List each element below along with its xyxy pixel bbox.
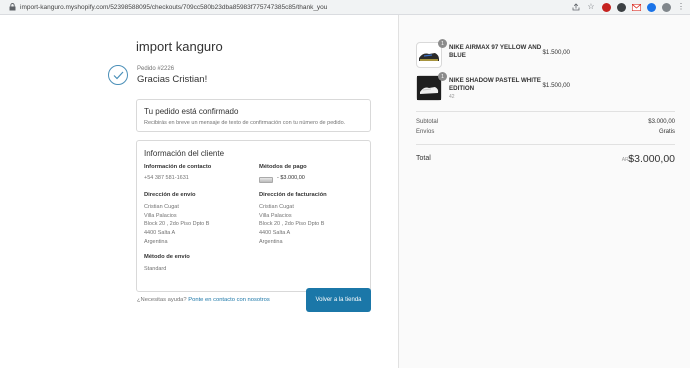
address-line: 4400 Salta A (259, 230, 291, 237)
subtotal-label: Subtotal (416, 119, 439, 125)
quantity-badge: 1 (438, 72, 447, 81)
quantity-badge: 1 (438, 39, 447, 48)
contact-label: Información de contacto (144, 164, 212, 170)
return-to-store-button[interactable]: Volver a la tienda (306, 288, 371, 312)
contact-us-link[interactable]: Ponte en contacto con nosotros (188, 297, 270, 303)
subtotal-value: $3.000,00 (648, 119, 675, 125)
star-icon[interactable]: ☆ (586, 2, 596, 12)
card-icon (259, 177, 273, 183)
order-confirmed-subtitle: Recibirás en breve un mensaje de texto d… (144, 120, 346, 126)
payment-value: - $3.000,00 (277, 175, 305, 181)
browser-address-bar: import-kanguro.myshopify.com/52398588095… (0, 0, 690, 15)
order-confirmed-title: Tu pedido está confirmado (144, 107, 239, 116)
shop-name[interactable]: import kanguro (136, 39, 223, 54)
address-line: Argentina (259, 238, 283, 245)
shipping-value: Gratis (658, 129, 675, 135)
help-text: ¿Necesitas ayuda? Ponte en contacto con … (137, 297, 270, 303)
shipping-address: Cristian Cugat Villa Palacios Block 20 ,… (144, 203, 209, 247)
address-line: Block 20 , 2do Piso Dpto B (259, 221, 325, 228)
extension-gray-icon[interactable] (661, 2, 671, 12)
total-label: Total (416, 155, 431, 162)
browser-toolbar-icons: ☆ ⋮ (571, 2, 686, 12)
main-content: import kanguro Pedido #2226 Gracias Cris… (0, 15, 398, 368)
extension-red-icon[interactable] (601, 2, 611, 12)
shipping-address-label: Dirección de envío (144, 192, 196, 198)
product-row: 1 NIKE AIRMAX 97 YELLOW AND BLUE 42 $1.5… (416, 39, 676, 68)
customer-info-title: Información del cliente (144, 149, 225, 158)
product-thumbnail: 1 (416, 39, 447, 68)
address-line: Block 20 , 2do Piso Dpto B (144, 221, 210, 228)
product-size: 42 (449, 94, 455, 100)
address-line: Argentina (144, 238, 168, 245)
summary-divider (416, 111, 675, 112)
product-price: $1.500,00 (542, 82, 570, 89)
address-line: Cristian Cugat (144, 204, 179, 210)
lock-icon[interactable] (6, 1, 18, 13)
address-line: 4400 Salta A (144, 230, 176, 237)
check-circle-icon (108, 65, 128, 85)
order-number: Pedido #2226 (137, 66, 175, 72)
contact-value: +54 387 581-1631 (144, 175, 189, 181)
extension-blue-icon[interactable] (646, 2, 656, 12)
product-price: $1.500,00 (542, 49, 570, 56)
shipping-row: Envíos Gratis (416, 129, 675, 135)
order-summary: 1 NIKE AIRMAX 97 YELLOW AND BLUE 42 $1.5… (398, 15, 690, 368)
url-text[interactable]: import-kanguro.myshopify.com/52398588095… (20, 4, 327, 11)
customer-info-box: Información del cliente Información de c… (136, 140, 371, 292)
address-line: Villa Palacios (144, 212, 177, 219)
shipping-label: Envíos (416, 129, 435, 135)
order-confirmed-box: Tu pedido está confirmado Recibirás en b… (136, 99, 371, 132)
help-question: ¿Necesitas ayuda? (137, 297, 187, 303)
extension-dark-icon[interactable] (616, 2, 626, 12)
product-thumbnail: 1 (416, 72, 447, 101)
extension-gmail-icon[interactable] (631, 2, 641, 12)
billing-address: Cristian Cugat Villa Palacios Block 20 ,… (259, 203, 324, 247)
address-line: Cristian Cugat (259, 204, 294, 210)
product-size: 42 (449, 53, 455, 59)
address-line: Villa Palacios (259, 212, 292, 219)
summary-divider (416, 144, 675, 145)
billing-address-label: Dirección de facturación (259, 192, 327, 198)
share-icon[interactable] (571, 2, 581, 12)
total-value: $3.000,00 (628, 153, 675, 165)
menu-icon[interactable]: ⋮ (676, 2, 686, 12)
thank-you-heading: Gracias Cristian! (137, 74, 208, 85)
payment-label: Métodos de pago (259, 164, 307, 170)
product-row: 1 NIKE SHADOW PASTEL WHITE EDITION 42 $1… (416, 72, 676, 101)
shipping-method-label: Método de envío (144, 254, 190, 260)
shipping-method-value: Standard (144, 266, 167, 272)
subtotal-row: Subtotal $3.000,00 (416, 119, 675, 125)
